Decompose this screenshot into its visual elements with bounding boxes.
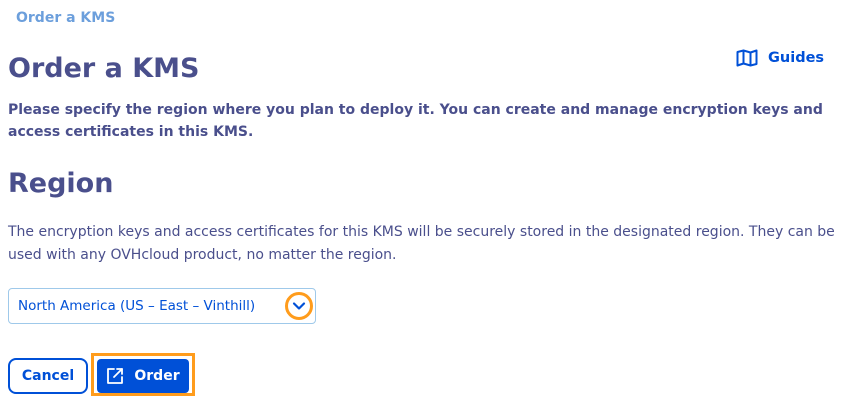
guides-label: Guides	[768, 50, 825, 66]
order-kms-page: Order a KMS Order a KMS Guides Please sp…	[0, 0, 843, 406]
breadcrumb[interactable]: Order a KMS	[16, 10, 115, 26]
map-icon	[736, 49, 758, 67]
guides-link[interactable]: Guides	[736, 49, 824, 67]
page-description: Please specify the region where you plan…	[8, 102, 823, 140]
cancel-button[interactable]: Cancel	[8, 358, 88, 394]
order-label: Order	[134, 368, 180, 384]
page-title: Order a KMS	[8, 53, 200, 84]
order-button[interactable]: Order	[97, 359, 189, 393]
region-select-value: North America (US – East – Vinthill)	[18, 298, 256, 314]
region-description: The encryption keys and access certifica…	[8, 224, 835, 263]
region-select[interactable]: North America (US – East – Vinthill)	[8, 288, 316, 324]
region-title: Region	[8, 168, 114, 199]
external-link-icon	[106, 367, 124, 385]
chevron-down-icon[interactable]	[285, 292, 313, 320]
